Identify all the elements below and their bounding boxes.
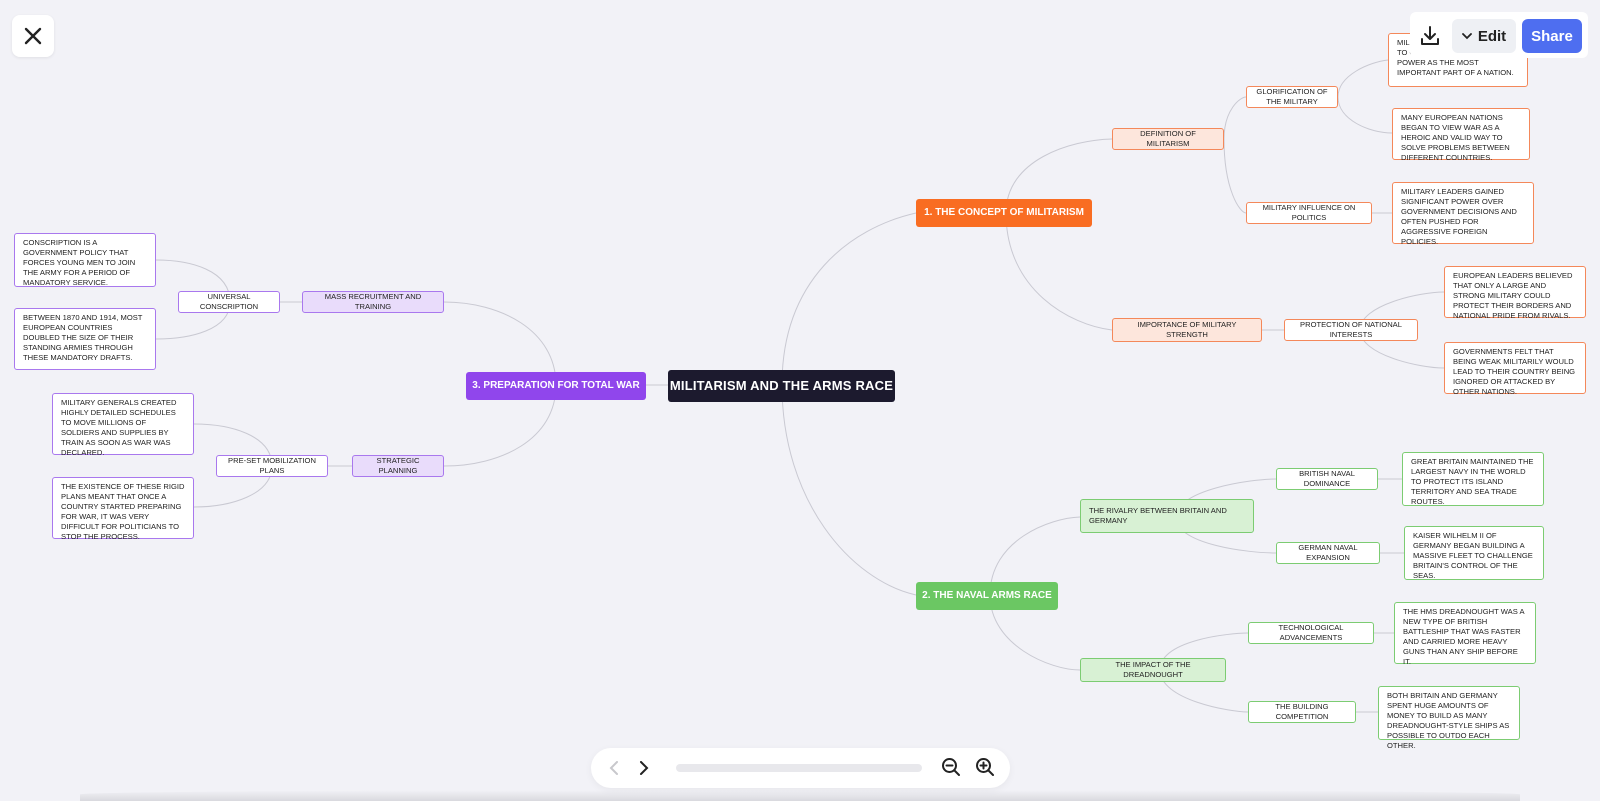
topic-preparation-total-war[interactable]: 3. PREPARATION FOR TOTAL WAR [466,372,646,400]
topic-concept-of-militarism[interactable]: 1. THE CONCEPT OF MILITARISM [916,199,1092,227]
leaf-glorification-2[interactable]: MANY EUROPEAN NATIONS BEGAN TO VIEW WAR … [1392,108,1530,162]
share-button[interactable]: Share [1522,19,1582,53]
bottom-shadow [80,790,1520,801]
leaf-preset-2[interactable]: THE EXISTENCE OF THESE RIGID PLANS MEANT… [52,477,194,541]
subtopic-impact-dreadnought[interactable]: THE IMPACT OF THE DREADNOUGHT [1080,658,1226,682]
leaf-british[interactable]: GREAT BRITAIN MAINTAINED THE LARGEST NAV… [1402,452,1544,506]
subtopic-universal-conscription[interactable]: UNIVERSAL CONSCRIPTION [178,291,280,313]
zoom-out-button[interactable] [940,756,962,778]
subtopic-importance-military-strength[interactable]: IMPORTANCE OF MILITARY STRENGTH [1112,318,1262,342]
leaf-protection-2[interactable]: GOVERNMENTS FELT THAT BEING WEAK MILITAR… [1444,342,1586,396]
root-node[interactable]: MILITARISM AND THE ARMS RACE [668,370,895,402]
subtopic-mass-recruitment[interactable]: MASS RECRUITMENT AND TRAINING [302,291,444,313]
leaf-german[interactable]: KAISER WILHELM II OF GERMANY BEGAN BUILD… [1404,526,1544,580]
subtopic-british-naval-dominance[interactable]: BRITISH NAVAL DOMINANCE [1276,468,1378,490]
download-button[interactable] [1412,18,1448,54]
topic-naval-arms-race[interactable]: 2. THE NAVAL ARMS RACE [916,582,1058,610]
leaf-universal-2[interactable]: BETWEEN 1870 AND 1914, MOST EUROPEAN COU… [14,308,156,370]
chevron-down-icon [1461,33,1472,40]
subtopic-definition-of-militarism[interactable]: DEFINITION OF MILITARISM [1112,128,1224,150]
leaf-preset-1[interactable]: MILITARY GENERALS CREATED HIGHLY DETAILE… [52,393,194,457]
subtopic-preset-mobilization[interactable]: PRE-SET MOBILIZATION PLANS [216,455,328,477]
chevron-right-icon [640,761,649,775]
progress-track[interactable] [676,764,922,772]
subtopic-military-influence[interactable]: MILITARY INFLUENCE ON POLITICS [1246,202,1372,224]
edit-label: Edit [1477,27,1507,45]
leaf-influence[interactable]: MILITARY LEADERS GAINED SIGNIFICANT POWE… [1392,182,1534,246]
previous-button[interactable] [604,758,624,778]
subtopic-technological-advancements[interactable]: TECHNOLOGICAL ADVANCEMENTS [1248,622,1374,644]
leaf-protection-1[interactable]: EUROPEAN LEADERS BELIEVED THAT ONLY A LA… [1444,266,1586,320]
subtopic-protection-national-interests[interactable]: PROTECTION OF NATIONAL INTERESTS [1284,319,1418,341]
chevron-left-icon [609,761,618,775]
subtopic-german-naval-expansion[interactable]: GERMAN NAVAL EXPANSION [1276,542,1380,564]
zoom-in-icon [976,758,994,776]
leaf-tech[interactable]: THE HMS DREADNOUGHT WAS A NEW TYPE OF BR… [1394,602,1536,666]
subtopic-rivalry-britain-germany[interactable]: THE RIVALRY BETWEEN BRITAIN AND GERMANY [1080,499,1254,533]
zoom-in-button[interactable] [974,756,996,778]
leaf-universal-1[interactable]: CONSCRIPTION IS A GOVERNMENT POLICY THAT… [14,233,156,287]
close-icon [24,27,42,45]
download-icon [1421,26,1439,45]
edit-button[interactable]: Edit [1452,19,1516,53]
subtopic-building-competition[interactable]: THE BUILDING COMPETITION [1248,701,1356,723]
subtopic-glorification-of-military[interactable]: GLORIFICATION OF THE MILITARY [1246,86,1338,108]
close-button[interactable] [12,15,54,57]
zoom-out-icon [942,758,960,776]
subtopic-strategic-planning[interactable]: STRATEGIC PLANNING [352,455,444,477]
next-button[interactable] [634,758,654,778]
leaf-building[interactable]: BOTH BRITAIN AND GERMANY SPENT HUGE AMOU… [1378,686,1520,750]
